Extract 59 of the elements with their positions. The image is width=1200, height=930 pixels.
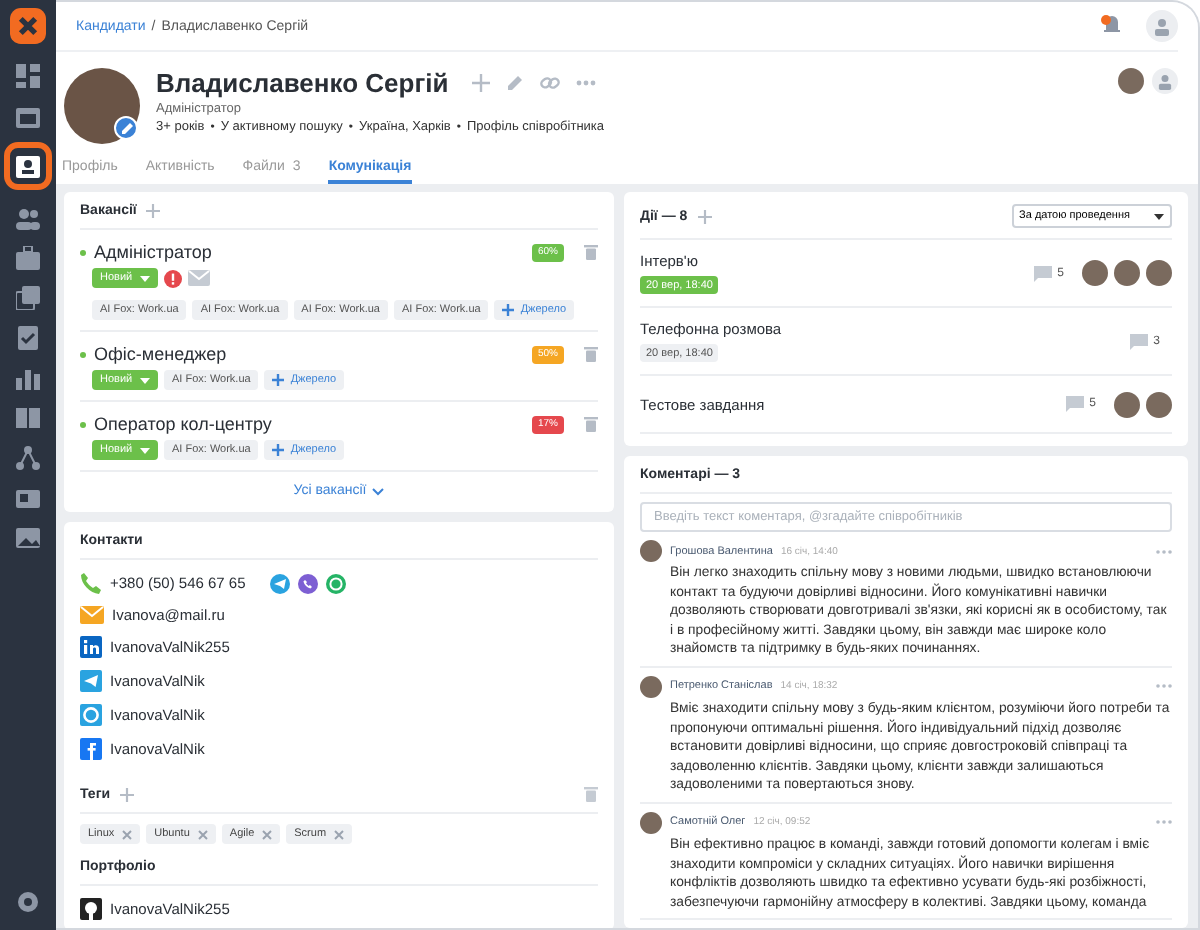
- pencil-icon[interactable]: [506, 74, 525, 92]
- close-icon[interactable]: [262, 829, 273, 839]
- close-icon[interactable]: [334, 829, 345, 839]
- close-icon[interactable]: [122, 829, 133, 839]
- github-icon: [80, 898, 102, 920]
- plus-icon: [272, 374, 285, 386]
- telegram-icon: [80, 670, 102, 692]
- comment-icon: [1065, 396, 1084, 412]
- status-dot: [80, 249, 86, 255]
- author-avatar: [640, 675, 662, 698]
- user-avatar[interactable]: [1146, 10, 1178, 42]
- vacancy-title[interactable]: Адміністратор: [94, 242, 212, 262]
- add-recruiter-avatar[interactable]: [1152, 68, 1178, 94]
- envelope-icon: [80, 606, 104, 624]
- plus-icon: [272, 444, 285, 456]
- logo-icon[interactable]: [10, 8, 46, 44]
- chevron-down-icon: [372, 487, 385, 495]
- link-icon[interactable]: [540, 74, 561, 92]
- participant-avatar: [1146, 391, 1172, 417]
- caret-icon: [140, 377, 150, 383]
- plus-icon: [502, 304, 515, 316]
- close-icon[interactable]: [197, 829, 208, 839]
- viber-icon[interactable]: [297, 573, 318, 593]
- trash-icon[interactable]: [584, 786, 598, 802]
- participant-avatar: [1114, 260, 1140, 286]
- trash-icon[interactable]: [584, 416, 598, 432]
- more-icon[interactable]: [576, 80, 597, 86]
- author-avatar: [640, 811, 662, 834]
- participant-avatar: [1114, 391, 1140, 417]
- notification-icon[interactable]: [1100, 14, 1124, 38]
- author-avatar: [640, 540, 662, 562]
- participant-avatar: [1146, 260, 1172, 286]
- plus-icon[interactable]: [472, 74, 491, 92]
- linkedin-icon: [80, 636, 102, 658]
- status-dot: [80, 351, 86, 357]
- plus-icon[interactable]: [697, 209, 712, 223]
- vacancy-title[interactable]: Офіс-менеджер: [94, 344, 227, 364]
- recruiter-avatar[interactable]: [1118, 68, 1144, 94]
- trash-icon[interactable]: [584, 346, 598, 362]
- caret-icon: [1154, 213, 1164, 219]
- caret-icon: [140, 275, 150, 281]
- more-icon[interactable]: [1156, 820, 1172, 825]
- edit-photo-icon[interactable]: [114, 116, 138, 140]
- status-dot: [80, 421, 86, 427]
- plus-icon[interactable]: [120, 787, 135, 801]
- vacancy-title[interactable]: Оператор кол-центру: [94, 414, 272, 434]
- caret-icon: [140, 447, 150, 453]
- envelope-icon[interactable]: [188, 270, 210, 286]
- more-icon[interactable]: [1156, 684, 1172, 689]
- phone-icon: [80, 572, 102, 594]
- telegram-icon[interactable]: [269, 573, 290, 593]
- candidate-name: Владиславенко Сергій: [156, 68, 449, 98]
- trash-icon[interactable]: [584, 244, 598, 260]
- comment-icon: [1129, 333, 1148, 349]
- participant-avatar: [1082, 260, 1108, 286]
- sidebar-item[interactable]: [10, 148, 46, 184]
- comment-icon: [1033, 265, 1052, 281]
- facebook-icon: [80, 738, 102, 760]
- plus-icon[interactable]: [146, 204, 161, 218]
